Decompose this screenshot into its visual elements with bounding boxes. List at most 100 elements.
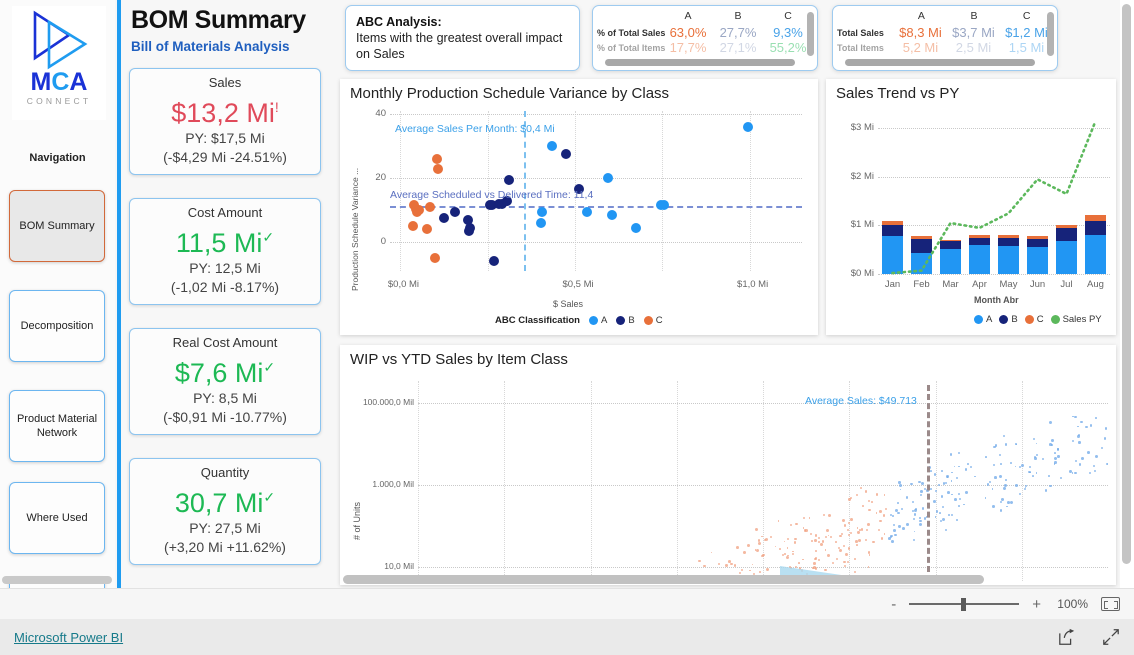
scatter-point[interactable] [891,539,895,543]
scatter-point[interactable] [504,174,515,185]
scatter-point[interactable] [953,465,956,468]
x-tick-label[interactable]: Feb [907,279,936,290]
scatter-point[interactable] [919,523,923,527]
scatter-point[interactable] [741,569,744,572]
scatter-point[interactable] [1007,500,1011,504]
scatter-point[interactable] [923,487,926,490]
scatter-point[interactable] [1014,465,1017,468]
scatter-point[interactable] [606,210,617,220]
scatter-point[interactable] [879,520,882,523]
scatter-point[interactable] [872,540,875,543]
scatter-point[interactable] [862,505,864,507]
scatter-point[interactable] [875,492,879,496]
zoom-in-button[interactable]: + [1032,596,1041,613]
scatter-point[interactable] [791,553,794,556]
scatter-point[interactable] [999,509,1003,512]
scatter-point[interactable] [1103,437,1107,440]
percent-of-total-table[interactable]: A B C % of Total Sales 63,0% 27,7% 9,3% … [592,5,818,71]
scatter-point[interactable] [810,540,813,543]
x-tick-label[interactable]: Jan [878,279,907,290]
scatter-point[interactable] [843,544,846,547]
scatter-point[interactable] [1094,417,1097,419]
scatter-point[interactable] [1095,455,1099,458]
scatter-point[interactable] [1053,451,1056,454]
scatter-point[interactable] [847,547,851,550]
scatter-point[interactable] [1029,471,1031,474]
share-icon[interactable] [1058,628,1076,646]
scatter-point[interactable] [1004,483,1008,487]
x-tick-label[interactable]: Mar [936,279,965,290]
scatter-point[interactable] [757,541,761,545]
scatter-point[interactable] [828,513,832,517]
scatter-point[interactable] [892,524,896,527]
sidebar-item-decomposition[interactable]: Decomposition [9,290,105,362]
scatter-point[interactable] [912,501,915,504]
scatter-point[interactable] [900,508,904,511]
scatter-point[interactable] [984,496,987,499]
microsoft-power-bi-link[interactable]: Microsoft Power BI [14,630,123,645]
scatter-point[interactable] [994,476,997,479]
scatter-point[interactable] [950,479,953,482]
scatter-point[interactable] [425,202,436,212]
scatter-point[interactable] [429,253,440,264]
scatter-point[interactable] [956,476,959,479]
scatter-point[interactable] [1004,443,1008,447]
scatter-point[interactable] [1078,463,1082,467]
scatter-point[interactable] [913,513,917,516]
sidebar-item-product-material-network[interactable]: Product Material Network [9,390,105,462]
scatter-point[interactable] [797,562,800,564]
scatter-point[interactable] [1071,439,1074,442]
wip-vs-ytd-sales-chart[interactable]: WIP vs YTD Sales by Item Class # of Unit… [340,345,1116,585]
scatter-point[interactable] [850,518,854,521]
scatter-point[interactable] [814,557,818,560]
scatter-point[interactable] [868,508,871,512]
scatter-point[interactable] [947,490,951,494]
scatter-point[interactable] [1059,477,1062,480]
scatter-point[interactable] [856,526,859,529]
scatter-point[interactable] [751,563,754,566]
scatter-point[interactable] [878,528,881,531]
scatter-point[interactable] [950,471,953,474]
scatter-point[interactable] [1093,469,1097,473]
scatter-point[interactable] [738,571,742,575]
scatter-point[interactable] [802,517,806,520]
scatter-point[interactable] [892,515,894,518]
scatter-point[interactable] [868,553,871,556]
scatter-point[interactable] [603,173,614,184]
monthly-production-variance-chart[interactable]: Monthly Production Schedule Variance by … [340,79,818,335]
scatter-point[interactable] [710,551,713,554]
scatter-point[interactable] [1076,435,1080,438]
scatter-point[interactable] [949,453,953,456]
scatter-point[interactable] [958,504,961,507]
scatter-point[interactable] [958,497,961,500]
scatter-point[interactable] [792,550,794,553]
scatter-point[interactable] [953,498,957,502]
table-horizontal-scrollbar[interactable] [845,59,1035,66]
scatter-point[interactable] [919,519,923,523]
scatter-point[interactable] [725,564,728,567]
scatter-point[interactable] [1005,478,1008,481]
scatter-point[interactable] [1003,487,1006,490]
scatter-point[interactable] [1075,459,1078,462]
scatter-point[interactable] [822,513,826,516]
scatter-point[interactable] [659,200,670,211]
scatter-point[interactable] [991,488,994,490]
scatter-point[interactable] [1000,462,1002,465]
scatter-point[interactable] [905,496,909,499]
scatter-point[interactable] [893,528,896,532]
scatter-point[interactable] [779,548,782,550]
scatter-point[interactable] [940,495,944,498]
scatter-point[interactable] [794,537,798,541]
scatter-point[interactable] [941,505,945,509]
scatter-point[interactable] [742,122,753,132]
sales-trend-vs-py-chart[interactable]: Sales Trend vs PY $0 Mi $1 Mi $2 Mi $3 Mi J… [826,79,1116,335]
scatter-point[interactable] [831,561,835,565]
scatter-point[interactable] [865,529,868,532]
scatter-point[interactable] [790,524,793,527]
scatter-point[interactable] [536,206,547,217]
scatter-point[interactable] [947,514,950,517]
scatter-point[interactable] [956,519,959,521]
scatter-point[interactable] [951,493,953,496]
scatter-point[interactable] [439,213,450,224]
scatter-point[interactable] [784,553,786,555]
